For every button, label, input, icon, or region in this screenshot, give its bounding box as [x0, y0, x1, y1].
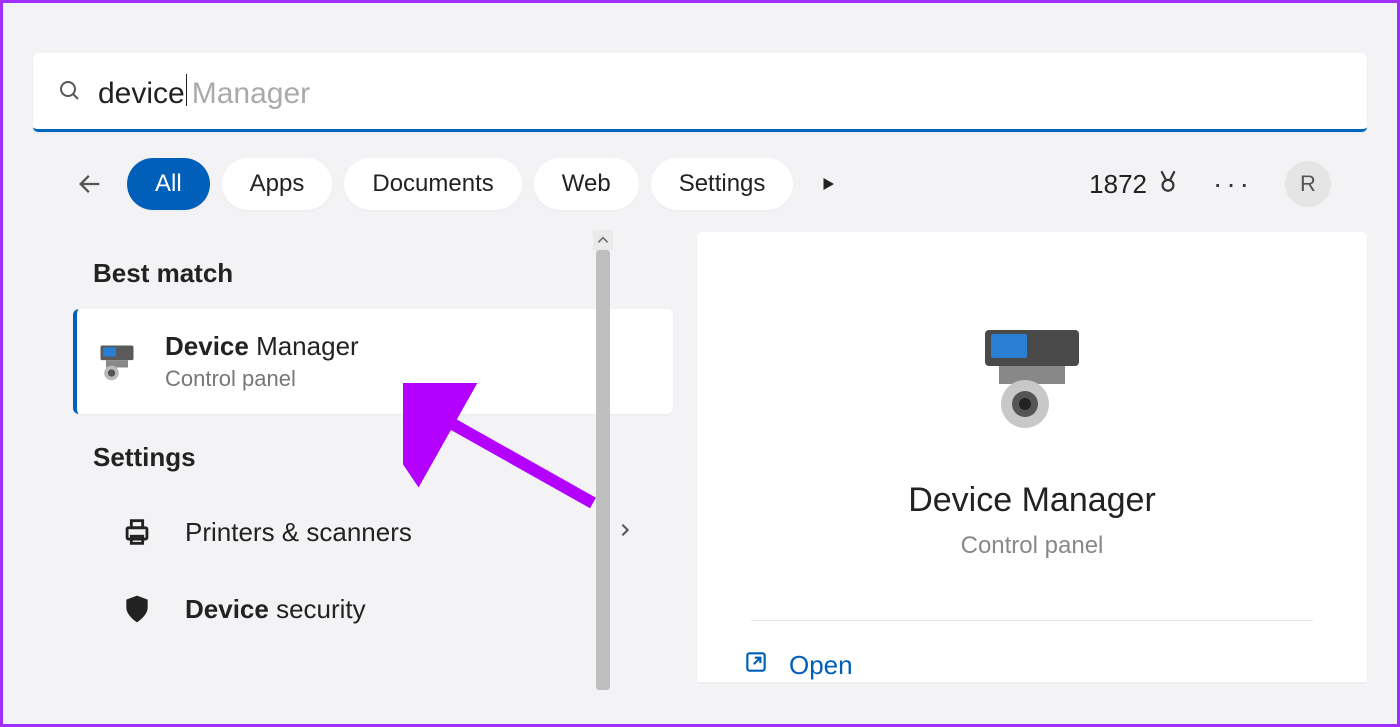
- text-cursor: [186, 74, 187, 106]
- preview-panel: Device Manager Control panel Open: [697, 232, 1367, 682]
- result-subtitle: Control panel: [165, 366, 359, 392]
- filter-row: All Apps Documents Web Settings 1872 ···…: [33, 132, 1367, 230]
- search-icon: [58, 79, 82, 103]
- preview-title: Device Manager: [908, 481, 1156, 520]
- filter-settings[interactable]: Settings: [651, 158, 794, 210]
- search-suggestion: Manager: [192, 77, 310, 111]
- best-match-header: Best match: [93, 258, 673, 289]
- filter-web[interactable]: Web: [534, 158, 639, 210]
- scrollbar-thumb[interactable]: [596, 250, 610, 690]
- open-icon: [743, 649, 769, 682]
- back-button[interactable]: [73, 167, 107, 201]
- search-bar[interactable]: device Manager: [33, 53, 1367, 132]
- preview-subtitle: Control panel: [961, 532, 1104, 560]
- search-input[interactable]: device Manager: [98, 71, 1342, 111]
- filter-documents[interactable]: Documents: [344, 158, 521, 210]
- more-options-button[interactable]: ···: [1213, 168, 1253, 200]
- points-value: 1872: [1089, 169, 1147, 200]
- printer-icon: [113, 515, 161, 549]
- settings-header: Settings: [93, 442, 673, 473]
- result-title: Device Manager: [165, 331, 359, 362]
- open-label: Open: [789, 650, 853, 681]
- divider: [751, 620, 1314, 621]
- rewards-points[interactable]: 1872: [1089, 168, 1181, 201]
- filter-more-button[interactable]: [805, 161, 851, 207]
- result-printers-scanners[interactable]: Printers & scanners: [93, 493, 673, 571]
- chevron-right-icon: [617, 522, 633, 543]
- scroll-up-button[interactable]: [593, 230, 613, 250]
- filter-apps[interactable]: Apps: [222, 158, 333, 210]
- device-manager-icon: [93, 340, 141, 384]
- results-column: Best match Device Manager Control: [33, 230, 673, 682]
- result-title: Device security: [185, 594, 366, 625]
- result-device-manager[interactable]: Device Manager Control panel: [73, 309, 673, 414]
- filter-all[interactable]: All: [127, 158, 210, 210]
- shield-icon: [113, 593, 161, 625]
- user-avatar[interactable]: R: [1285, 161, 1331, 207]
- result-device-security[interactable]: Device security: [93, 571, 673, 647]
- result-title: Printers & scanners: [185, 517, 412, 548]
- preview-large-icon: [967, 322, 1097, 437]
- open-button[interactable]: Open: [743, 649, 853, 682]
- search-typed-text: device: [98, 77, 185, 111]
- medal-icon: [1155, 168, 1181, 201]
